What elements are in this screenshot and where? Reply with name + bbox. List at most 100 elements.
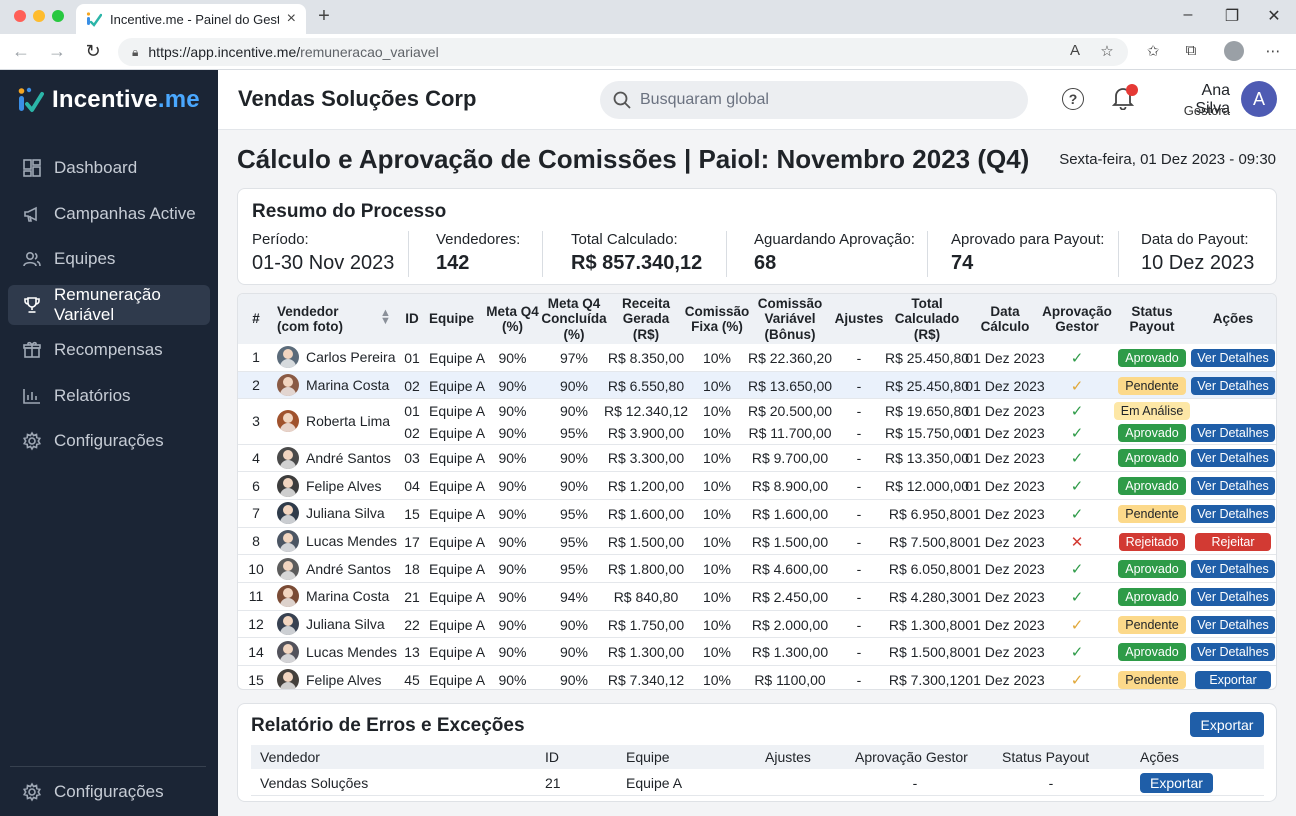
- sidebar-item-campanhas[interactable]: Campanhas Active: [8, 194, 210, 234]
- view-details-button[interactable]: Ver Detalhes: [1191, 615, 1275, 634]
- favorite-star-icon[interactable]: ☆: [1096, 42, 1118, 60]
- vendedor-cell[interactable]: André Santos: [277, 445, 399, 472]
- forward-icon[interactable]: →: [46, 41, 68, 62]
- row-number: 2: [252, 377, 260, 394]
- view-details-button[interactable]: Ver Detalhes: [1191, 477, 1275, 496]
- table-row[interactable]: 4 André Santos 03 Equipe A 90% 90% R$ 3.300,00…: [238, 445, 1276, 473]
- stat-value: 68: [754, 252, 777, 274]
- sidebar-item-dashboard[interactable]: Dashboard: [8, 148, 210, 188]
- close-window-icon[interactable]: ✕: [1262, 6, 1286, 26]
- vendedor-cell[interactable]: Marina Costa: [277, 372, 399, 399]
- view-details-button[interactable]: Ver Detalhes: [1191, 643, 1275, 662]
- table-row[interactable]: 14 Lucas Mendes 13 Equipe A 90% 90% R$ 1.300,0…: [238, 639, 1276, 667]
- approved-check-icon[interactable]: ✓: [1071, 449, 1084, 467]
- browser-address-bar: ← → ↻ 🔒︎ https://app.incentive.me/remune…: [0, 34, 1296, 70]
- col-header-vendedor[interactable]: Vendedor (com foto): [277, 294, 387, 344]
- table-row[interactable]: 6 Felipe Alves 04 Equipe A 90% 90% R$ 1.200,00…: [238, 472, 1276, 500]
- table-row[interactable]: 3 Roberta Lima 01 Equipe A 90% 90% R$ 12.340,1…: [238, 399, 1276, 445]
- vendedor-cell[interactable]: Juliana Silva: [277, 611, 399, 638]
- table-row[interactable]: 1 Carlos Pereira 01 Equipe A 90% 97% R$ 8.350,…: [238, 344, 1276, 372]
- vendedor-cell[interactable]: Felipe Alves: [277, 666, 399, 689]
- view-details-button[interactable]: Ver Detalhes: [1191, 348, 1275, 367]
- approved-check-icon[interactable]: ✓: [1071, 402, 1084, 420]
- reload-icon[interactable]: ↻: [82, 41, 104, 62]
- view-details-button[interactable]: Ver Detalhes: [1191, 587, 1275, 606]
- approved-check-icon[interactable]: ✓: [1071, 349, 1084, 367]
- vendedor-cell[interactable]: Roberta Lima: [277, 399, 399, 443]
- stat-aguardando: Aguardando Aprovação: 68: [754, 231, 915, 275]
- tab-close-icon[interactable]: ×: [287, 10, 296, 28]
- cell-receita: R$ 12.340,12: [603, 402, 689, 419]
- global-search[interactable]: [600, 81, 1028, 119]
- window-maximize-dot[interactable]: [52, 10, 64, 22]
- export-button[interactable]: Exportar: [1195, 671, 1271, 689]
- rejected-x-icon[interactable]: ✕: [1071, 533, 1084, 551]
- row-number: 6: [252, 477, 260, 494]
- window-close-dot[interactable]: [14, 10, 26, 22]
- user-avatar[interactable]: A: [1241, 81, 1277, 117]
- view-details-button[interactable]: Ver Detalhes: [1191, 376, 1275, 395]
- favorites-list-icon[interactable]: ✩: [1142, 42, 1164, 60]
- sidebar-item-recompensas[interactable]: Recompensas: [8, 330, 210, 370]
- more-menu-icon[interactable]: ⋯: [1262, 42, 1284, 60]
- back-icon[interactable]: ←: [10, 41, 32, 62]
- table-row[interactable]: 7 Juliana Silva 15 Equipe A 90% 95% R$ 1.600,0…: [238, 500, 1276, 528]
- collections-icon[interactable]: ⧉: [1180, 42, 1202, 59]
- err-id: 21: [545, 774, 561, 791]
- approved-check-icon[interactable]: ✓: [1071, 643, 1084, 661]
- vendedor-cell[interactable]: Lucas Mendes: [277, 528, 399, 555]
- cell-data: 01 Dez 2023: [965, 644, 1045, 661]
- notifications-bell-icon[interactable]: [1111, 84, 1138, 112]
- approved-check-icon[interactable]: ✓: [1071, 505, 1084, 523]
- vendedor-cell[interactable]: Lucas Mendes: [277, 639, 399, 666]
- view-details-button[interactable]: Ver Detalhes: [1191, 449, 1275, 468]
- pending-check-icon[interactable]: ✓: [1071, 616, 1084, 634]
- help-icon[interactable]: ?: [1062, 88, 1084, 110]
- approved-check-icon[interactable]: ✓: [1071, 560, 1084, 578]
- table-row[interactable]: 8 Lucas Mendes 17 Equipe A 90% 95% R$ 1.500,00…: [238, 528, 1276, 556]
- approved-check-icon[interactable]: ✓: [1071, 588, 1084, 606]
- view-details-button[interactable]: Ver Detalhes: [1191, 504, 1275, 523]
- approved-check-icon[interactable]: ✓: [1071, 424, 1084, 442]
- pending-check-icon[interactable]: ✓: [1071, 377, 1084, 395]
- cell-aj: -: [856, 533, 862, 550]
- table-row[interactable]: 11 Marina Costa 21 Equipe A 90% 94% R$ 840,80 1…: [238, 583, 1276, 611]
- sort-icon[interactable]: ▲ ▼: [380, 307, 391, 326]
- search-input[interactable]: [640, 91, 1000, 109]
- sidebar-item-configuracoes[interactable]: Configurações: [8, 421, 210, 461]
- view-details-button[interactable]: Ver Detalhes: [1191, 560, 1275, 579]
- window-minimize-dot[interactable]: [33, 10, 45, 22]
- vendedor-cell[interactable]: Marina Costa: [277, 583, 399, 610]
- table-row[interactable]: 12 Juliana Silva 22 Equipe A 90% 90% R$ 1.750,…: [238, 611, 1276, 639]
- errors-export-button[interactable]: Exportar: [1190, 712, 1264, 737]
- minimize-icon[interactable]: –: [1176, 6, 1200, 24]
- view-details-button[interactable]: Ver Detalhes: [1191, 424, 1275, 443]
- vendedor-cell[interactable]: Carlos Pereira: [277, 344, 399, 371]
- sidebar-item-configuracoes-bottom[interactable]: Configurações: [8, 772, 210, 812]
- browser-tab-active[interactable]: Incentive.me - Painel do Gestor ×: [76, 4, 306, 34]
- logo[interactable]: Incentive.me: [18, 86, 200, 114]
- cell-meta: 90%: [498, 425, 527, 442]
- pending-check-icon[interactable]: ✓: [1071, 671, 1084, 689]
- vendedor-cell[interactable]: Juliana Silva: [277, 500, 399, 527]
- reject-button[interactable]: Rejeitar: [1195, 532, 1271, 551]
- table-row[interactable]: 10 André Santos 18 Equipe A 90% 95% R$ 1.800,0…: [238, 555, 1276, 584]
- sidebar-item-remuneracao[interactable]: Remuneração Variável: [8, 284, 210, 325]
- err-export-button[interactable]: Exportar: [1140, 772, 1213, 793]
- cell-conc: 90%: [559, 644, 589, 661]
- cell-team: Equipe A: [429, 478, 486, 495]
- new-tab-icon[interactable]: +: [312, 5, 336, 28]
- approved-check-icon[interactable]: ✓: [1071, 477, 1084, 495]
- restore-icon[interactable]: ❐: [1220, 6, 1244, 26]
- cell-conc: 90%: [559, 450, 589, 467]
- url-field[interactable]: 🔒︎ https://app.incentive.me/remuneracao_…: [118, 38, 1128, 66]
- vendedor-cell[interactable]: Felipe Alves: [277, 472, 399, 499]
- sidebar-item-equipes[interactable]: Equipes: [8, 239, 210, 279]
- stat-label: Aprovado para Payout:: [951, 231, 1105, 248]
- read-aloud-icon[interactable]: A: [1064, 42, 1086, 59]
- table-row[interactable]: 2 Marina Costa 02 Equipe A 90% 90% R$ 6.550,80…: [238, 371, 1276, 400]
- browser-profile-avatar[interactable]: [1224, 41, 1244, 61]
- table-row[interactable]: 15 Felipe Alves 45 Equipe A 90% 90% R$ 7.340,1…: [238, 666, 1276, 689]
- sidebar-item-relatorios[interactable]: Relatórios: [8, 376, 210, 416]
- vendedor-cell[interactable]: André Santos: [277, 555, 399, 582]
